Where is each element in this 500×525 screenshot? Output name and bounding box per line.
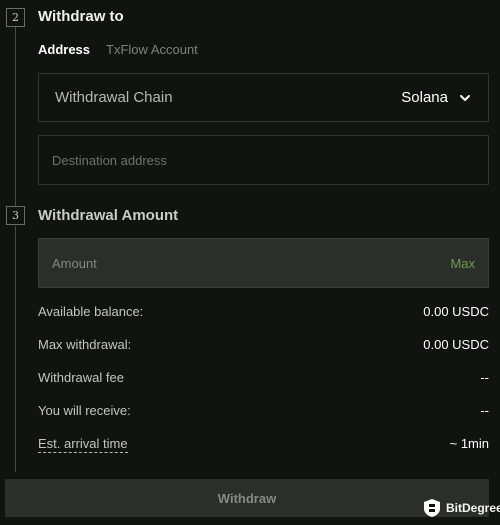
destination-address-input[interactable] <box>52 152 475 168</box>
est-arrival-time-row: Est. arrival time ~ 1min <box>38 436 489 453</box>
destination-address-field <box>38 135 489 185</box>
amount-input[interactable] <box>52 255 451 271</box>
tab-txflow-account[interactable]: TxFlow Account <box>106 42 198 57</box>
withdrawal-chain-value: Solana <box>401 89 472 106</box>
info-label: Available balance: <box>38 304 144 319</box>
withdraw-button[interactable]: Withdraw <box>5 479 489 517</box>
info-value: -- <box>480 370 489 385</box>
selected-chain: Solana <box>401 89 448 106</box>
info-value: -- <box>480 403 489 418</box>
step-rail <box>15 226 16 472</box>
withdraw-panel: 2 Withdraw to Address TxFlow Account Wit… <box>0 0 500 525</box>
bitdegree-watermark: BitDegree <box>423 498 500 518</box>
available-balance-row: Available balance: 0.00 USDC <box>38 304 489 319</box>
bitdegree-shield-logo-icon <box>424 499 440 517</box>
withdrawal-fee-row: Withdrawal fee -- <box>38 370 489 385</box>
info-value: 0.00 USDC <box>423 304 489 319</box>
you-will-receive-row: You will receive: -- <box>38 403 489 418</box>
withdraw-to-heading: Withdraw to <box>38 8 124 25</box>
max-withdrawal-row: Max withdrawal: 0.00 USDC <box>38 337 489 352</box>
step-number-badge: 2 <box>6 8 25 27</box>
step-number-badge: 3 <box>6 206 25 225</box>
step-rail <box>15 27 16 207</box>
info-value: 0.00 USDC <box>423 337 489 352</box>
destination-tabs: Address TxFlow Account <box>38 42 198 57</box>
watermark-text: BitDegree <box>446 501 500 515</box>
info-value: ~ 1min <box>449 436 489 451</box>
withdrawal-amount-heading: Withdrawal Amount <box>38 207 179 224</box>
tab-address[interactable]: Address <box>38 42 90 57</box>
chevron-down-icon <box>460 94 470 101</box>
info-label: You will receive: <box>38 403 131 418</box>
max-button[interactable]: Max <box>450 256 475 271</box>
info-label: Withdrawal fee <box>38 370 124 385</box>
arrival-time-tooltip-label[interactable]: Est. arrival time <box>38 436 128 453</box>
withdrawal-chain-select[interactable]: Withdrawal Chain Solana <box>38 73 489 122</box>
withdrawal-chain-label: Withdrawal Chain <box>55 89 173 106</box>
info-label: Max withdrawal: <box>38 337 132 352</box>
amount-field: Max <box>38 238 489 288</box>
